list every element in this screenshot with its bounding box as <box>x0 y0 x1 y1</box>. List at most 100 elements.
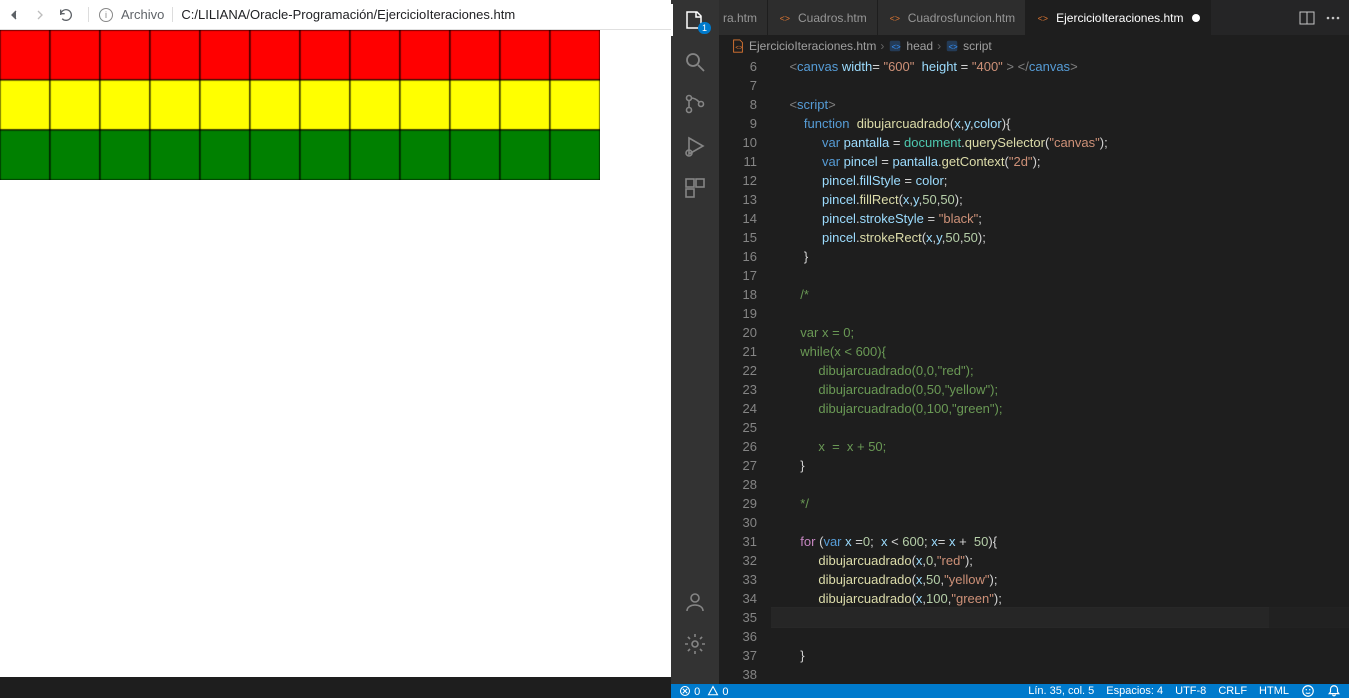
code-line[interactable]: dibujarcuadrado(x,0,"red"); <box>771 551 1349 570</box>
settings-icon[interactable] <box>683 632 707 656</box>
url-path: C:/LILIANA/Oracle-Programación/Ejercicio… <box>181 7 515 22</box>
forward-icon[interactable] <box>32 7 48 23</box>
browser-viewport <box>0 30 671 677</box>
code-line[interactable] <box>771 665 1349 684</box>
status-eol[interactable]: CRLF <box>1218 685 1247 697</box>
chevron-right-icon: › <box>880 39 884 53</box>
tab-label: ra.htm <box>723 11 757 25</box>
code-line[interactable]: } <box>771 247 1349 266</box>
breadcrumb-file: EjercicioIteraciones.htm <box>749 39 876 53</box>
code-line[interactable]: var pantalla = document.querySelector("c… <box>771 133 1349 152</box>
tab-bar: ra.htm<>Cuadros.htm<>Cuadrosfuncion.htm<… <box>719 0 1349 35</box>
code-line[interactable]: pincel.strokeRect(x,y,50,50); <box>771 228 1349 247</box>
breadcrumb[interactable]: <> EjercicioIteraciones.htm › <> head › … <box>719 35 1349 57</box>
code-line[interactable]: /* <box>771 285 1349 304</box>
status-spaces[interactable]: Espacios: 4 <box>1106 685 1163 697</box>
search-icon[interactable] <box>683 50 707 74</box>
code-editor[interactable]: 6789101112131415161718192021222324252627… <box>719 57 1349 684</box>
account-icon[interactable] <box>683 590 707 614</box>
split-editor-icon[interactable] <box>1299 10 1315 26</box>
symbol-icon: <> <box>888 39 902 53</box>
code-line[interactable]: <script> <box>771 95 1349 114</box>
editor-area: ra.htm<>Cuadros.htm<>Cuadrosfuncion.htm<… <box>719 0 1349 684</box>
file-icon: <> <box>1036 11 1050 25</box>
status-encoding[interactable]: UTF-8 <box>1175 685 1206 697</box>
code-line[interactable]: dibujarcuadrado(x,50,"yellow"); <box>771 570 1349 589</box>
browser-panel: i Archivo C:/LILIANA/Oracle-Programación… <box>0 0 671 677</box>
line-gutter: 6789101112131415161718192021222324252627… <box>719 57 771 684</box>
svg-text:<>: <> <box>1038 13 1048 23</box>
code-content[interactable]: <canvas width= "600" height = "400" > </… <box>771 57 1349 684</box>
code-line[interactable]: } <box>771 456 1349 475</box>
code-line[interactable]: */ <box>771 494 1349 513</box>
svg-text:<>: <> <box>892 43 902 52</box>
code-line[interactable]: for (var x =0; x < 600; x= x + 50){ <box>771 532 1349 551</box>
extensions-icon[interactable] <box>683 176 707 200</box>
svg-text:<>: <> <box>780 13 790 23</box>
tab-cuadrosfuncion-htm[interactable]: <> Cuadrosfuncion.htm <box>878 0 1026 35</box>
code-line[interactable]: function dibujarcuadrado(x,y,color){ <box>771 114 1349 133</box>
minimap[interactable] <box>1269 57 1349 684</box>
status-cursor-pos[interactable]: Lín. 35, col. 5 <box>1028 685 1094 697</box>
code-line[interactable] <box>771 513 1349 532</box>
url-scheme-label: Archivo <box>121 7 173 22</box>
vscode-main: 1 ra.htm<>Cuadros.htm<>Cuadrosf <box>671 0 1349 684</box>
browser-toolbar: i Archivo C:/LILIANA/Oracle-Programación… <box>0 0 671 30</box>
explorer-badge: 1 <box>698 22 711 34</box>
breadcrumb-head: head <box>906 39 933 53</box>
file-icon: <> <box>778 11 792 25</box>
code-line[interactable]: var pincel = pantalla.getContext("2d"); <box>771 152 1349 171</box>
tab-label: EjercicioIteraciones.htm <box>1056 11 1183 25</box>
breadcrumb-script: script <box>963 39 992 53</box>
code-line[interactable] <box>771 266 1349 285</box>
code-line[interactable]: dibujarcuadrado(0,50,"yellow"); <box>771 380 1349 399</box>
code-line[interactable] <box>771 608 1349 627</box>
explorer-icon[interactable]: 1 <box>683 8 707 32</box>
file-icon: <> <box>731 39 745 53</box>
status-bar: 0 0 Lín. 35, col. 5 Espacios: 4 UTF-8 CR… <box>671 684 1349 698</box>
code-line[interactable]: x = x + 50; <box>771 437 1349 456</box>
notifications-icon[interactable] <box>1327 684 1341 698</box>
tab-actions <box>1291 0 1349 35</box>
code-line[interactable] <box>771 627 1349 646</box>
address-bar[interactable]: i Archivo C:/LILIANA/Oracle-Programación… <box>88 7 665 22</box>
code-line[interactable]: pincel.strokeStyle = "black"; <box>771 209 1349 228</box>
status-problems[interactable]: 0 0 <box>679 685 728 698</box>
code-line[interactable]: dibujarcuadrado(0,0,"red"); <box>771 361 1349 380</box>
code-line[interactable]: } <box>771 646 1349 665</box>
feedback-icon[interactable] <box>1301 684 1315 698</box>
tab-label: Cuadrosfuncion.htm <box>908 11 1015 25</box>
source-control-icon[interactable] <box>683 92 707 116</box>
code-line[interactable]: pincel.fillRect(x,y,50,50); <box>771 190 1349 209</box>
info-icon[interactable]: i <box>99 8 113 22</box>
svg-text:<>: <> <box>949 43 959 52</box>
activity-bar: 1 <box>671 0 719 684</box>
svg-text:<>: <> <box>735 45 743 52</box>
output-canvas <box>0 30 600 180</box>
code-line[interactable]: while(x < 600){ <box>771 342 1349 361</box>
back-icon[interactable] <box>6 7 22 23</box>
chevron-right-icon: › <box>937 39 941 53</box>
tab-cuadros-htm[interactable]: <> Cuadros.htm <box>768 0 878 35</box>
status-language[interactable]: HTML <box>1259 685 1289 697</box>
tab-label: Cuadros.htm <box>798 11 867 25</box>
vscode-window: 1 ra.htm<>Cuadros.htm<>Cuadrosf <box>671 0 1349 677</box>
code-line[interactable]: dibujarcuadrado(0,100,"green"); <box>771 399 1349 418</box>
file-icon: <> <box>888 11 902 25</box>
code-line[interactable] <box>771 418 1349 437</box>
code-line[interactable]: pincel.fillStyle = color; <box>771 171 1349 190</box>
code-line[interactable]: <canvas width= "600" height = "400" > </… <box>771 57 1349 76</box>
svg-text:<>: <> <box>889 13 899 23</box>
run-debug-icon[interactable] <box>683 134 707 158</box>
tab-ejercicioiteraciones-htm[interactable]: <> EjercicioIteraciones.htm <box>1026 0 1210 35</box>
code-line[interactable] <box>771 76 1349 95</box>
reload-icon[interactable] <box>58 7 74 23</box>
dirty-indicator-icon <box>1192 14 1200 22</box>
code-line[interactable]: var x = 0; <box>771 323 1349 342</box>
code-line[interactable] <box>771 304 1349 323</box>
code-line[interactable] <box>771 475 1349 494</box>
code-line[interactable]: dibujarcuadrado(x,100,"green"); <box>771 589 1349 608</box>
more-actions-icon[interactable] <box>1325 10 1341 26</box>
symbol-icon: <> <box>945 39 959 53</box>
tab-ra-htm[interactable]: ra.htm <box>719 0 768 35</box>
